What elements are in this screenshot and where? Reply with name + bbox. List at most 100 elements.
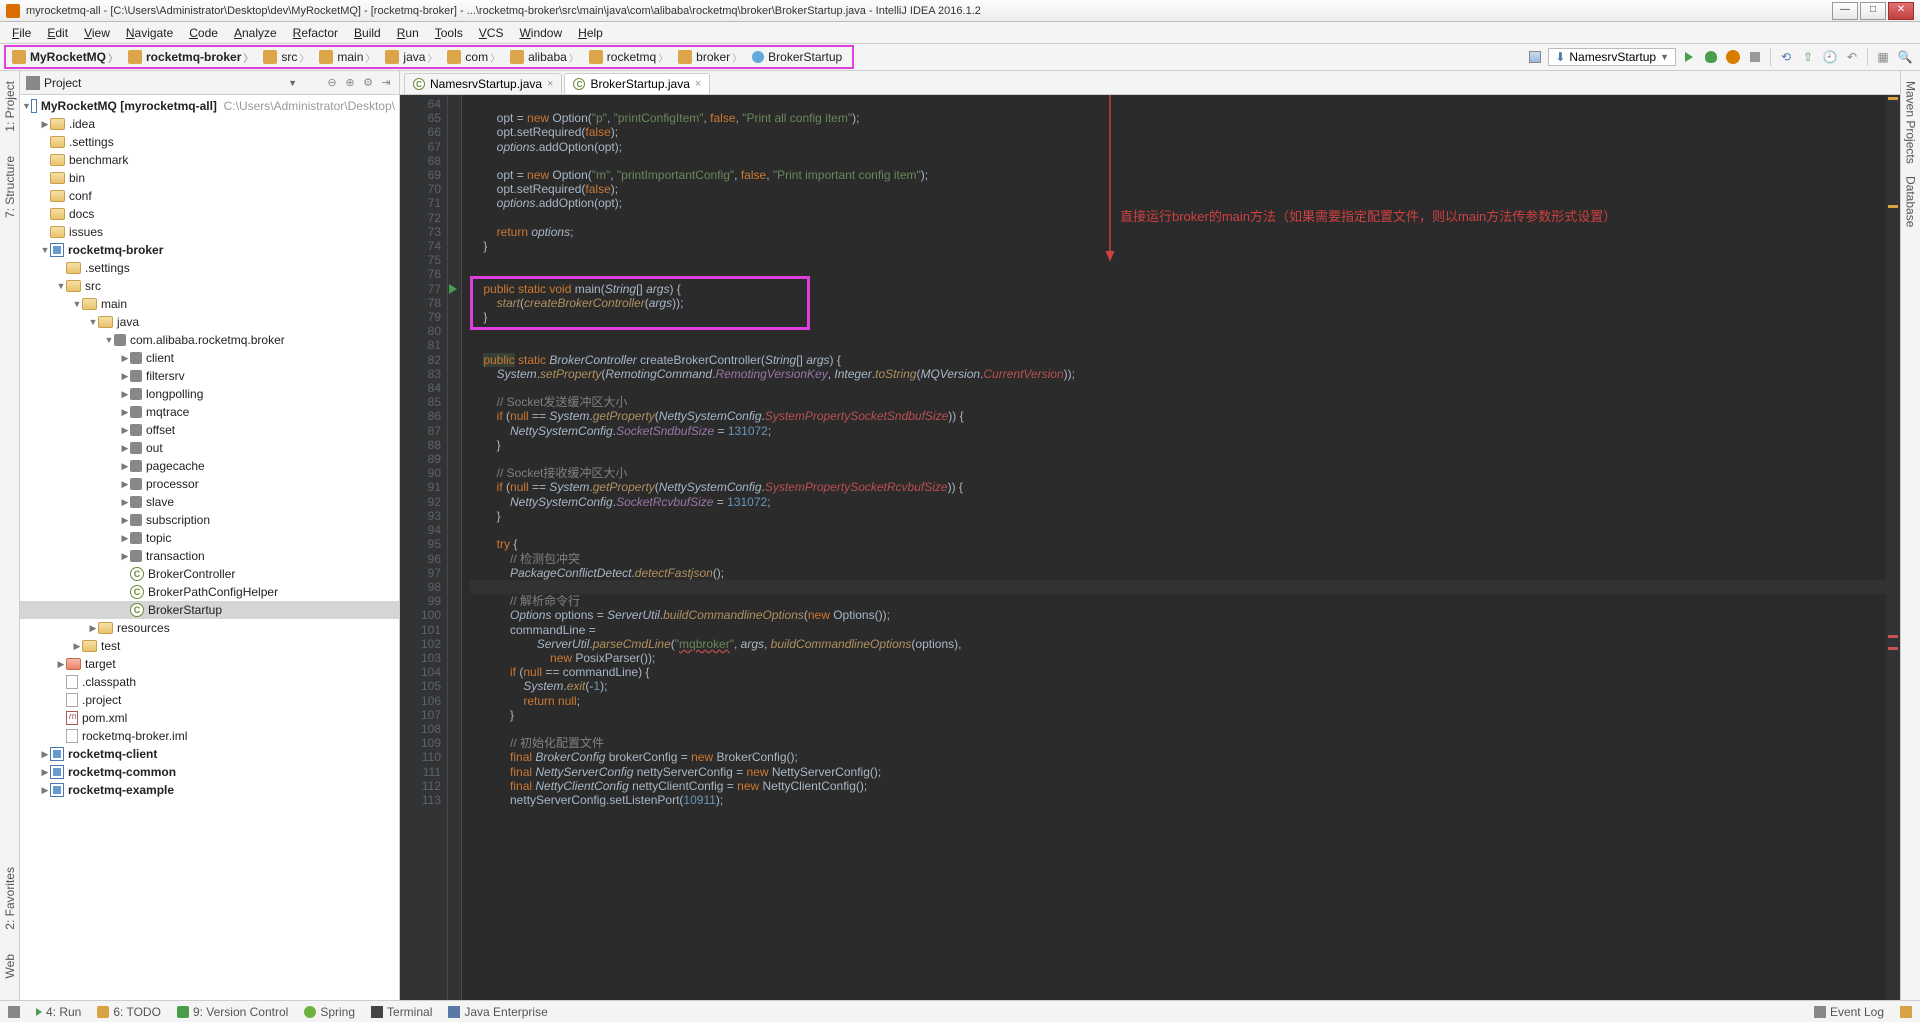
tree-item-transaction[interactable]: transaction [20,547,399,565]
tree-item-java[interactable]: java [20,313,399,331]
tree-item-rocketmq-broker-iml[interactable]: rocketmq-broker.iml [20,727,399,745]
menu-help[interactable]: Help [570,24,611,42]
tree-item-src[interactable]: src [20,277,399,295]
status-corner-icon[interactable] [8,1006,20,1018]
tree-item-benchmark[interactable]: benchmark [20,151,399,169]
web-tool-tab[interactable]: Web [1,948,19,984]
target-icon[interactable]: ⊕ [343,76,357,90]
status-lock-icon[interactable] [1900,1006,1912,1018]
minimize-button[interactable]: — [1832,2,1858,20]
tree-item-processor[interactable]: processor [20,475,399,493]
menu-edit[interactable]: Edit [39,24,76,42]
project-tree[interactable]: MyRocketMQ [myrocketmq-all] C:\Users\Adm… [20,95,399,1000]
status-todo[interactable]: 6: TODO [97,1005,161,1019]
tree-item-topic[interactable]: topic [20,529,399,547]
collapse-icon[interactable]: ⊖ [325,76,339,90]
breadcrumb-broker[interactable]: broker [674,48,748,67]
vcs-commit-icon[interactable]: ⇧ [1799,48,1817,66]
breadcrumb-java[interactable]: java [381,48,443,67]
breadcrumb-main[interactable]: main [315,48,381,67]
tree-item--classpath[interactable]: .classpath [20,673,399,691]
close-button[interactable]: ✕ [1888,2,1914,20]
run-gutter-icon[interactable] [449,284,457,294]
search-icon[interactable]: 🔍 [1896,48,1914,66]
favorites-tool-tab[interactable]: 2: Favorites [1,861,19,936]
code-editor[interactable]: 6465666768697071727374757677787980818283… [400,95,1900,1000]
menu-navigate[interactable]: Navigate [118,24,181,42]
revert-icon[interactable]: ↶ [1843,48,1861,66]
menu-window[interactable]: Window [511,24,570,42]
tree-item-pagecache[interactable]: pagecache [20,457,399,475]
history-icon[interactable]: 🕘 [1821,48,1839,66]
close-tab-icon[interactable]: × [547,78,553,90]
tree-item-rocketmq-example[interactable]: rocketmq-example [20,781,399,799]
breadcrumb-src[interactable]: src [259,48,315,67]
tree-item-mqtrace[interactable]: mqtrace [20,403,399,421]
hide-icon[interactable]: ⇥ [379,76,393,90]
tree-item-filtersrv[interactable]: filtersrv [20,367,399,385]
tree-item--settings[interactable]: .settings [20,259,399,277]
status-terminal[interactable]: Terminal [371,1005,432,1019]
tree-item-brokercontroller[interactable]: CBrokerController [20,565,399,583]
close-tab-icon[interactable]: × [695,78,701,90]
tree-item-brokerstartup[interactable]: CBrokerStartup [20,601,399,619]
chevron-down-icon[interactable]: ▼ [288,78,297,88]
vcs-update-icon[interactable]: ⟲ [1777,48,1795,66]
breadcrumb-myrocketmq[interactable]: MyRocketMQ [8,48,124,67]
database-tool-tab[interactable]: Database [1902,170,1920,233]
tree-item-rocketmq-broker[interactable]: rocketmq-broker [20,241,399,259]
error-stripe[interactable] [1886,95,1900,1000]
breadcrumb-rocketmq-broker[interactable]: rocketmq-broker [124,48,259,67]
menu-file[interactable]: File [4,24,39,42]
tree-item-test[interactable]: test [20,637,399,655]
tree-item-main[interactable]: main [20,295,399,313]
tree-item--settings[interactable]: .settings [20,133,399,151]
tree-item-slave[interactable]: slave [20,493,399,511]
tree-root[interactable]: MyRocketMQ [myrocketmq-all] C:\Users\Adm… [20,97,399,115]
debug-button[interactable] [1702,48,1720,66]
breadcrumb-alibaba[interactable]: alibaba [506,48,585,67]
status-spring[interactable]: Spring [304,1005,355,1019]
run-config-selector[interactable]: ⬇ NamesrvStartup ▼ [1548,48,1676,66]
editor-tab-brokerstartup[interactable]: CBrokerStartup.java× [564,73,710,94]
project-tool-tab[interactable]: 1: Project [1,75,19,138]
tree-item-conf[interactable]: conf [20,187,399,205]
structure-tool-tab[interactable]: 7: Structure [1,150,19,224]
breadcrumb-com[interactable]: com [443,48,506,67]
menu-analyze[interactable]: Analyze [226,24,285,42]
tree-item-client[interactable]: client [20,349,399,367]
tree-item-longpolling[interactable]: longpolling [20,385,399,403]
status-event-log[interactable]: Event Log [1814,1005,1884,1019]
status-run[interactable]: 4: Run [36,1005,81,1019]
tree-item--project[interactable]: .project [20,691,399,709]
breadcrumb-rocketmq[interactable]: rocketmq [585,48,674,67]
tree-item-offset[interactable]: offset [20,421,399,439]
coverage-button[interactable] [1724,48,1742,66]
tree-item-brokerpathconfighelper[interactable]: CBrokerPathConfigHelper [20,583,399,601]
tree-item-pom-xml[interactable]: pom.xml [20,709,399,727]
editor-tab-namesrvstartup[interactable]: CNamesrvStartup.java× [404,73,562,94]
tree-item-rocketmq-common[interactable]: rocketmq-common [20,763,399,781]
status-javaee[interactable]: Java Enterprise [448,1005,547,1019]
tree-item-target[interactable]: target [20,655,399,673]
menu-build[interactable]: Build [346,24,389,42]
tree-item-rocketmq-client[interactable]: rocketmq-client [20,745,399,763]
maven-tool-tab[interactable]: Maven Projects [1902,75,1920,170]
tree-item--idea[interactable]: .idea [20,115,399,133]
structure-icon[interactable]: ▦ [1874,48,1892,66]
status-vcs[interactable]: 9: Version Control [177,1005,288,1019]
gear-icon[interactable]: ⚙ [361,76,375,90]
tree-item-docs[interactable]: docs [20,205,399,223]
tree-item-subscription[interactable]: subscription [20,511,399,529]
stop-button[interactable] [1746,48,1764,66]
maximize-button[interactable]: □ [1860,2,1886,20]
menu-vcs[interactable]: VCS [471,24,512,42]
run-button[interactable] [1680,48,1698,66]
build-icon[interactable] [1526,48,1544,66]
tree-item-bin[interactable]: bin [20,169,399,187]
code-content[interactable]: opt = new Option("p", "printConfigItem",… [462,95,1886,1000]
menu-code[interactable]: Code [181,24,226,42]
tree-item-resources[interactable]: resources [20,619,399,637]
breadcrumb-brokerstartup[interactable]: BrokerStartup [748,48,850,66]
menu-view[interactable]: View [76,24,118,42]
